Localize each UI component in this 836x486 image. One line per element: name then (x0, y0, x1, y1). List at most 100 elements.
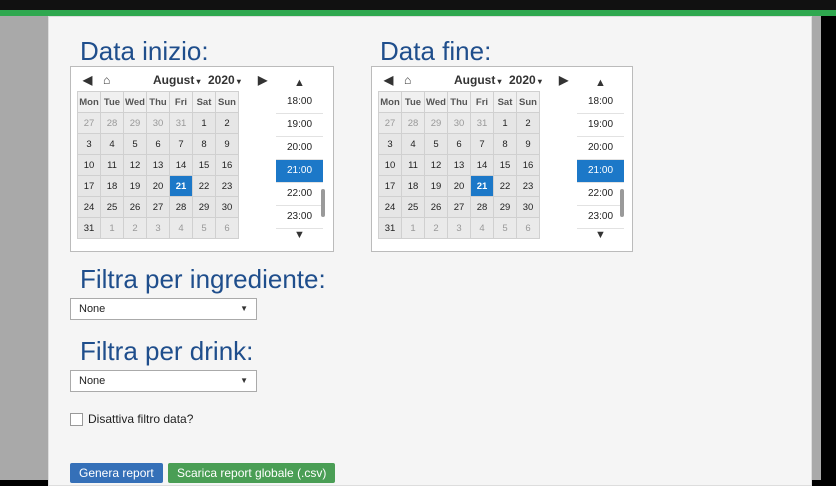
time-option[interactable]: 19:00 (577, 114, 624, 137)
calendar-day[interactable]: 1 (192, 112, 216, 134)
calendar-day[interactable]: 5 (493, 217, 517, 239)
calendar-day[interactable]: 28 (401, 112, 425, 134)
calendar-day[interactable]: 4 (401, 133, 425, 155)
calendar-day[interactable]: 23 (516, 175, 540, 197)
calendar-day[interactable]: 28 (470, 196, 494, 218)
calendar-day[interactable]: 24 (378, 196, 402, 218)
calendar-day[interactable]: 21 (169, 175, 193, 197)
end-year-select[interactable]: 2020 ▾ (509, 73, 542, 87)
calendar-day[interactable]: 2 (516, 112, 540, 134)
calendar-day[interactable]: 24 (77, 196, 101, 218)
calendar-day[interactable]: 22 (493, 175, 517, 197)
download-global-report-button[interactable]: Scarica report globale (.csv) (168, 463, 336, 483)
calendar-day[interactable]: 16 (516, 154, 540, 176)
calendar-day[interactable]: 31 (77, 217, 101, 239)
calendar-day[interactable]: 17 (378, 175, 402, 197)
calendar-day[interactable]: 8 (192, 133, 216, 155)
calendar-day[interactable]: 20 (146, 175, 170, 197)
end-time-scrollbar[interactable] (620, 189, 624, 217)
calendar-day[interactable]: 13 (146, 154, 170, 176)
calendar-day[interactable]: 3 (378, 133, 402, 155)
calendar-day[interactable]: 11 (401, 154, 425, 176)
calendar-day[interactable]: 26 (123, 196, 147, 218)
calendar-day[interactable]: 10 (77, 154, 101, 176)
calendar-day[interactable]: 2 (424, 217, 448, 239)
calendar-day[interactable]: 19 (123, 175, 147, 197)
start-time-scrollbar[interactable] (321, 189, 325, 217)
scroll-up-icon[interactable]: ▲ (294, 77, 305, 89)
calendar-day[interactable]: 6 (447, 133, 471, 155)
next-month-icon[interactable]: ▶ (258, 73, 267, 87)
time-option[interactable]: 20:00 (276, 137, 323, 160)
calendar-day[interactable]: 23 (215, 175, 239, 197)
calendar-day[interactable]: 7 (169, 133, 193, 155)
calendar-day[interactable]: 6 (146, 133, 170, 155)
calendar-day[interactable]: 18 (100, 175, 124, 197)
calendar-day[interactable]: 28 (100, 112, 124, 134)
generate-report-button[interactable]: Genera report (70, 463, 163, 483)
calendar-day[interactable]: 11 (100, 154, 124, 176)
calendar-day[interactable]: 29 (123, 112, 147, 134)
scroll-down-icon[interactable]: ▼ (595, 229, 606, 241)
calendar-day[interactable]: 29 (493, 196, 517, 218)
prev-month-icon[interactable]: ◀ (83, 73, 92, 87)
start-month-select[interactable]: August ▾ (153, 73, 201, 87)
calendar-day[interactable]: 3 (447, 217, 471, 239)
calendar-day[interactable]: 28 (169, 196, 193, 218)
end-month-select[interactable]: August ▾ (454, 73, 502, 87)
time-option[interactable]: 21:00 (577, 160, 624, 183)
calendar-day[interactable]: 7 (470, 133, 494, 155)
calendar-day[interactable]: 8 (493, 133, 517, 155)
calendar-day[interactable]: 1 (493, 112, 517, 134)
calendar-day[interactable]: 10 (378, 154, 402, 176)
scroll-up-icon[interactable]: ▲ (595, 77, 606, 89)
calendar-day[interactable]: 9 (215, 133, 239, 155)
calendar-day[interactable]: 17 (77, 175, 101, 197)
calendar-day[interactable]: 20 (447, 175, 471, 197)
time-option[interactable]: 22:00 (577, 183, 624, 206)
calendar-day[interactable]: 27 (77, 112, 101, 134)
calendar-day[interactable]: 3 (77, 133, 101, 155)
calendar-day[interactable]: 27 (146, 196, 170, 218)
drink-select[interactable]: None ▼ (70, 370, 257, 392)
calendar-day[interactable]: 4 (100, 133, 124, 155)
calendar-day[interactable]: 2 (215, 112, 239, 134)
calendar-day[interactable]: 31 (378, 217, 402, 239)
calendar-day[interactable]: 12 (123, 154, 147, 176)
calendar-day[interactable]: 14 (169, 154, 193, 176)
calendar-day[interactable]: 12 (424, 154, 448, 176)
calendar-day[interactable]: 27 (378, 112, 402, 134)
time-option[interactable]: 22:00 (276, 183, 323, 206)
home-icon[interactable]: ⌂ (103, 73, 110, 87)
calendar-day[interactable]: 14 (470, 154, 494, 176)
prev-month-icon[interactable]: ◀ (384, 73, 393, 87)
calendar-day[interactable]: 1 (100, 217, 124, 239)
calendar-day[interactable]: 6 (516, 217, 540, 239)
calendar-day[interactable]: 5 (123, 133, 147, 155)
calendar-day[interactable]: 13 (447, 154, 471, 176)
calendar-day[interactable]: 31 (470, 112, 494, 134)
time-option[interactable]: 23:00 (276, 206, 323, 229)
calendar-day[interactable]: 15 (493, 154, 517, 176)
calendar-day[interactable]: 9 (516, 133, 540, 155)
calendar-day[interactable]: 19 (424, 175, 448, 197)
calendar-day[interactable]: 6 (215, 217, 239, 239)
calendar-day[interactable]: 21 (470, 175, 494, 197)
calendar-day[interactable]: 5 (192, 217, 216, 239)
calendar-day[interactable]: 5 (424, 133, 448, 155)
calendar-day[interactable]: 29 (424, 112, 448, 134)
calendar-day[interactable]: 16 (215, 154, 239, 176)
time-option[interactable]: 23:00 (577, 206, 624, 229)
time-option[interactable]: 20:00 (577, 137, 624, 160)
calendar-day[interactable]: 26 (424, 196, 448, 218)
calendar-day[interactable]: 25 (100, 196, 124, 218)
calendar-day[interactable]: 22 (192, 175, 216, 197)
calendar-day[interactable]: 3 (146, 217, 170, 239)
calendar-day[interactable]: 31 (169, 112, 193, 134)
ingredient-select[interactable]: None ▼ (70, 298, 257, 320)
calendar-day[interactable]: 18 (401, 175, 425, 197)
calendar-day[interactable]: 2 (123, 217, 147, 239)
time-option[interactable]: 19:00 (276, 114, 323, 137)
disable-date-filter-checkbox[interactable] (70, 413, 83, 427)
calendar-day[interactable]: 27 (447, 196, 471, 218)
